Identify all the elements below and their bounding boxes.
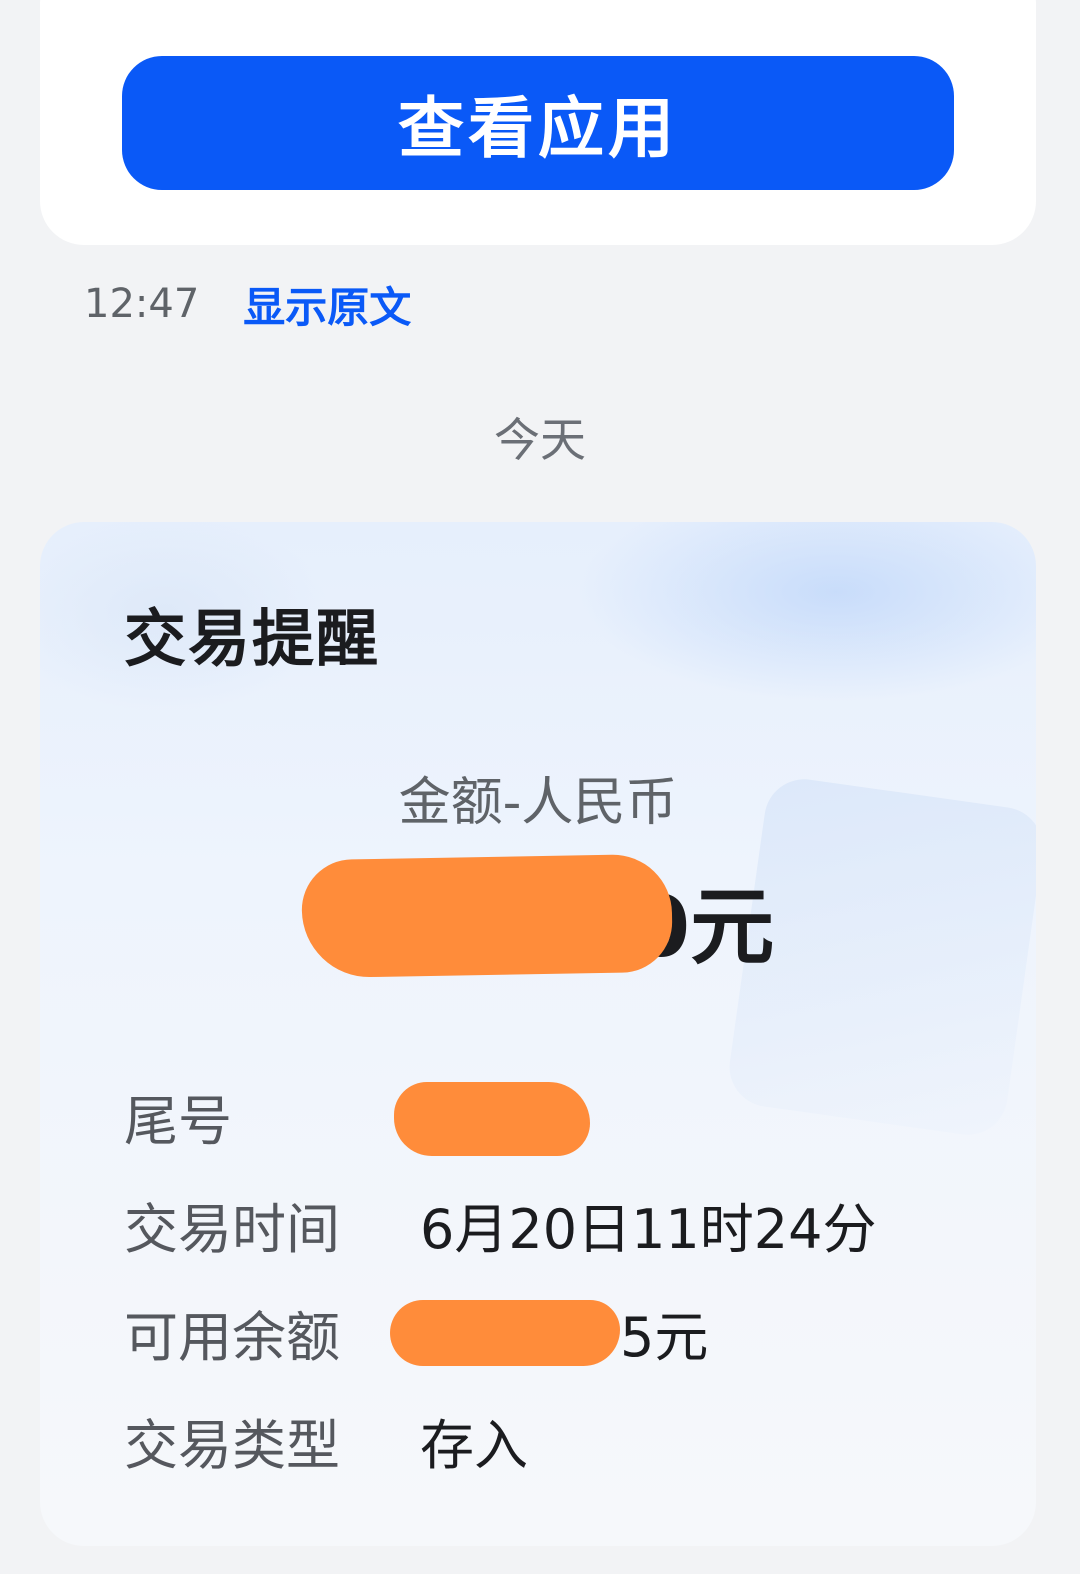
detail-value: 存入 [420,1413,528,1477]
detail-row-available-balance: 可用余额 5元 [124,1278,984,1386]
detail-row-card-tail: 尾号 [124,1062,984,1170]
message-meta: 12:47 显示原文 [84,274,411,334]
transaction-details: 尾号 交易时间 6月20日11时24分 可用余额 5元 交易类型 存入 [124,1062,984,1494]
card-background-decoration [576,522,1036,702]
message-thread: 查看应用 12:47 显示原文 今天 交易提醒 金额-人民币 0元 尾号 交易时… [0,0,1080,1574]
transaction-card[interactable]: 交易提醒 金额-人民币 0元 尾号 交易时间 6月20日11时24分 可用余额 … [40,522,1036,1546]
card-number-redaction-mark [394,1082,590,1156]
transaction-title: 交易提醒 [124,602,381,675]
view-app-button[interactable]: 查看应用 [122,56,954,190]
detail-row-transaction-type: 交易类型 存入 [124,1386,984,1494]
detail-value: 6月20日11时24分 [420,1197,877,1261]
detail-key: 交易时间 [124,1197,340,1261]
amount-label: 金额-人民币 [398,773,678,833]
message-timestamp: 12:47 [84,281,200,327]
detail-key: 可用余额 [124,1305,340,1369]
detail-key: 尾号 [124,1089,232,1153]
amount-redaction-mark [300,853,674,979]
detail-key: 交易类型 [124,1413,340,1477]
balance-redaction-mark [390,1300,620,1366]
detail-row-transaction-time: 交易时间 6月20日11时24分 [124,1170,984,1278]
show-original-link[interactable]: 显示原文 [243,274,411,335]
previous-message-card: 查看应用 [40,0,1036,245]
date-separator: 今天 [494,413,586,467]
